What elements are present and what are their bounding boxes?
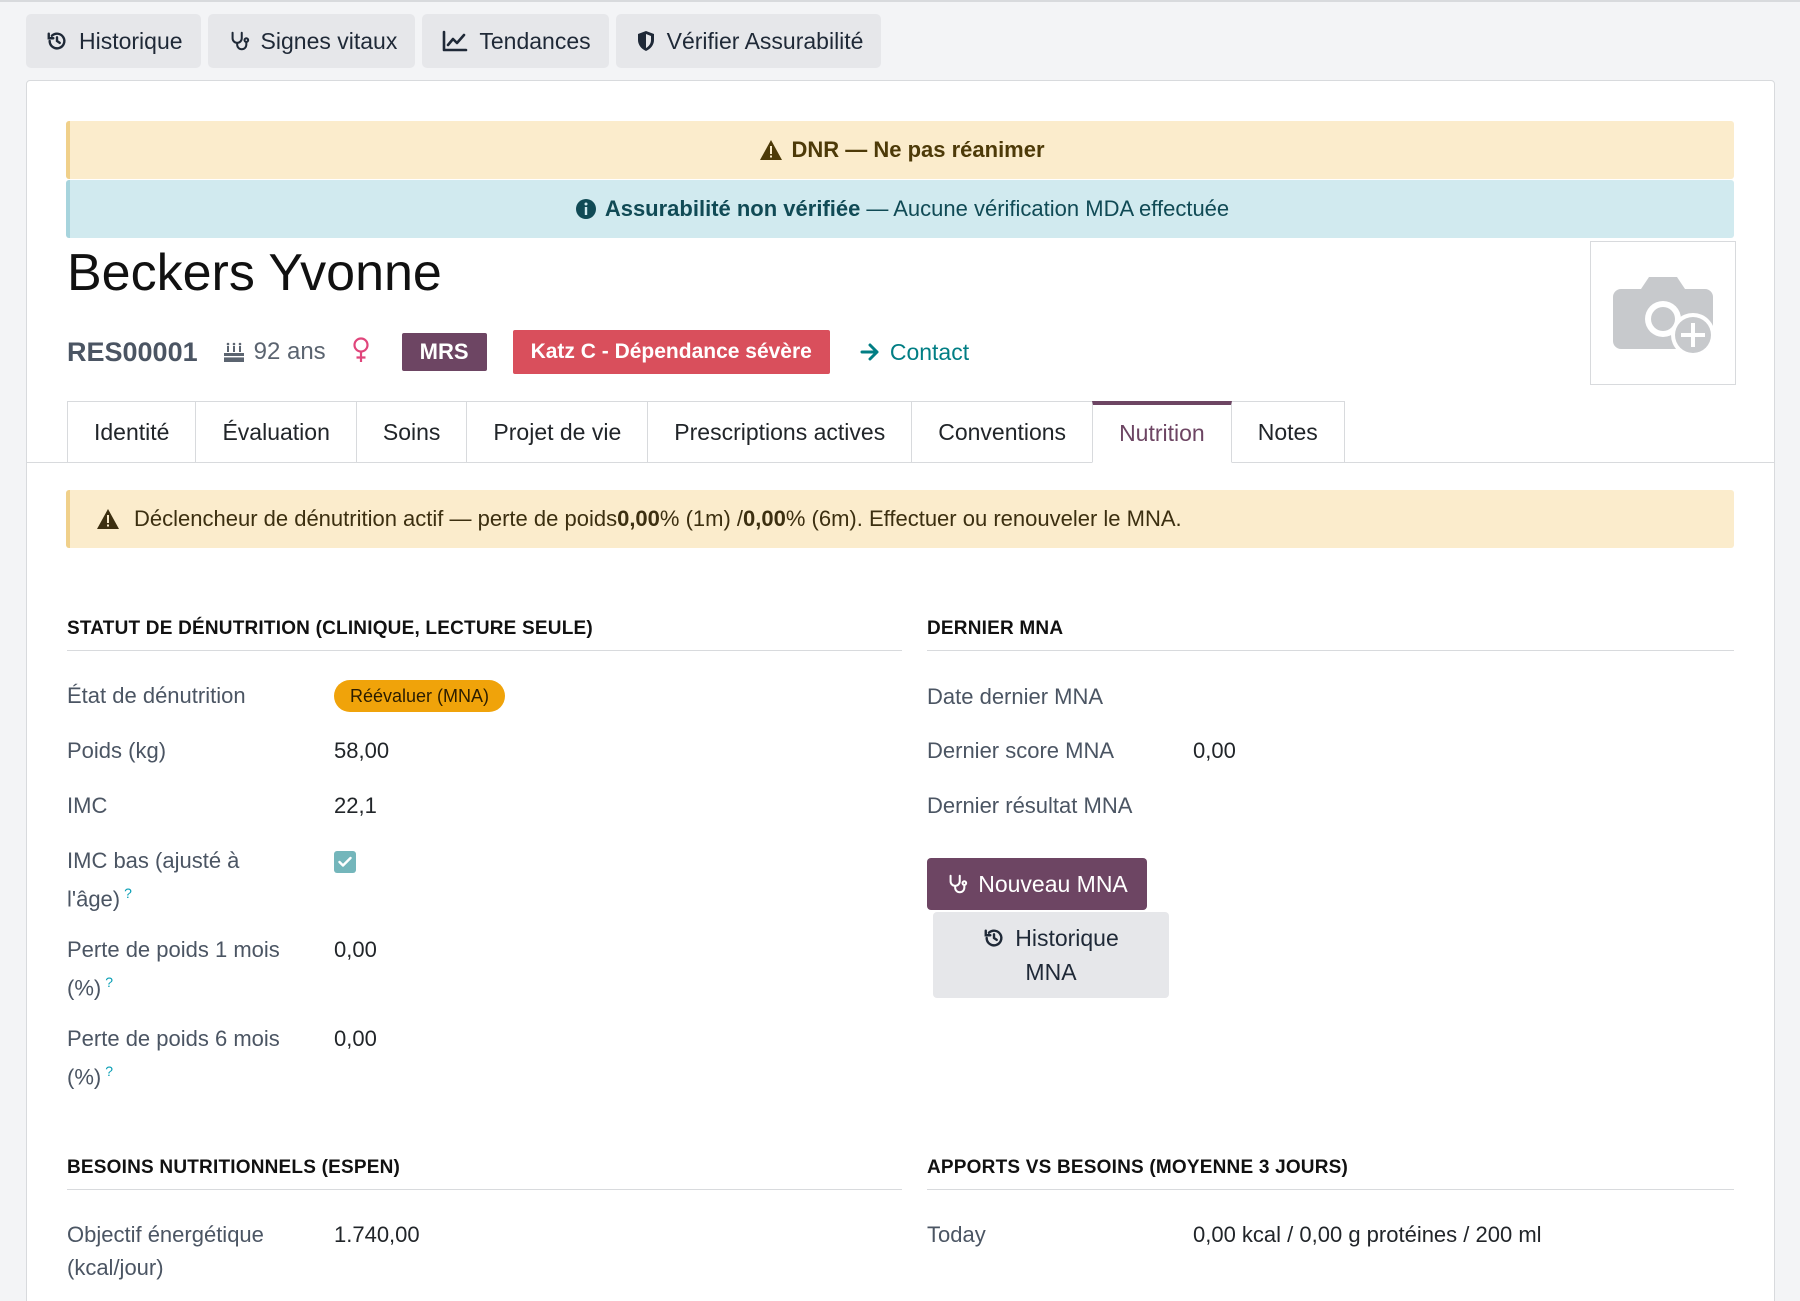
history-button-label: Historique [79, 27, 183, 54]
tab-nutrition[interactable]: Nutrition [1092, 401, 1232, 463]
value-perte-1-mois: 0,00 [334, 937, 377, 962]
patient-photo-upload[interactable] [1590, 241, 1736, 385]
label-etat-denutrition: État de dénutrition [67, 683, 246, 708]
patient-name: Beckers Yvonne [67, 244, 442, 302]
value-poids: 58,00 [334, 738, 390, 763]
label-imc-bas-line2: l'âge) [67, 886, 121, 912]
label-imc: IMC [67, 793, 108, 818]
female-icon [352, 336, 370, 368]
form-sheet: DNR — Ne pas réanimer Assurabilité non v… [26, 80, 1775, 1301]
help-icon[interactable]: ? [124, 885, 132, 901]
katz-tag: Katz C - Dépendance sévère [512, 330, 830, 374]
shield-icon [637, 31, 654, 51]
label-objectif-line1: Objectif énergétique [67, 1222, 264, 1247]
mrs-tag: MRS [401, 333, 487, 371]
label-imc-bas: IMC bas (ajusté à l'âge)? [67, 844, 239, 915]
warning-icon [760, 140, 783, 160]
trends-button-label: Tendances [479, 27, 591, 54]
tab-notes[interactable]: Notes [1230, 401, 1345, 463]
section-title-denutrition: STATUT DE DÉNUTRITION (CLINIQUE, LECTURE… [67, 618, 902, 651]
denutrition-trigger-alert: Déclencheur de dénutrition actif — perte… [66, 490, 1734, 548]
value-objectif-energetique: 1.740,00 [334, 1222, 420, 1247]
alert-text-2: % (1m) / [659, 506, 744, 531]
checkbox-imc-bas[interactable] [334, 851, 356, 873]
stethoscope-icon [949, 874, 968, 894]
smart-button-box: Historique Signes vitaux Tendances Vérif… [26, 14, 882, 68]
contact-label: Contact [889, 338, 970, 365]
insurability-detail: — Aucune vérification MDA effectuée [866, 196, 1230, 221]
label-date-mna: Date dernier MNA [927, 684, 1104, 709]
insurability-banner: Assurabilité non vérifiée — Aucune vérif… [66, 180, 1734, 238]
tab-evaluation[interactable]: Évaluation [195, 401, 357, 463]
history-button[interactable]: Historique [26, 14, 201, 68]
label-perte-1-mois-line1: Perte de poids 1 mois [67, 937, 280, 962]
label-perte-6-mois-line1: Perte de poids 6 mois [67, 1026, 280, 1051]
help-icon[interactable]: ? [105, 1063, 113, 1079]
label-imc-bas-line1: IMC bas (ajusté à [67, 848, 240, 873]
history-icon [984, 929, 1003, 947]
tab-identite[interactable]: Identité [67, 401, 197, 463]
notebook-tabs: Identité Évaluation Soins Projet de vie … [67, 401, 1345, 463]
arrow-right-icon [860, 343, 879, 361]
help-icon[interactable]: ? [105, 974, 113, 990]
mna-history-label-2: MNA [1025, 959, 1077, 985]
label-objectif-line2: (kcal/jour) [67, 1255, 164, 1280]
tab-conventions[interactable]: Conventions [911, 401, 1094, 463]
alert-text-1: Déclencheur de dénutrition actif — perte… [134, 506, 618, 531]
section-title-mna: DERNIER MNA [927, 618, 1734, 651]
value-today: 0,00 kcal / 0,00 g protéines / 200 ml [1193, 1222, 1542, 1247]
patient-id-row: RES00001 92 ans MRS Katz C - Dépendance … [67, 328, 969, 376]
label-score-mna: Dernier score MNA [927, 738, 1115, 763]
label-resultat-mna: Dernier résultat MNA [927, 793, 1133, 818]
new-mna-label: Nouveau MNA [978, 870, 1128, 897]
mna-history-label-1: Historique [1015, 925, 1119, 951]
tab-prescriptions-actives[interactable]: Prescriptions actives [647, 401, 913, 463]
vitals-button-label: Signes vitaux [260, 27, 398, 54]
alert-text-3: % (6m). Effectuer ou renouveler le MNA. [785, 506, 1182, 531]
patient-age-value: 92 ans [253, 338, 326, 365]
label-poids: Poids (kg) [67, 738, 167, 763]
label-perte-1-mois: Perte de poids 1 mois (%)? [67, 933, 280, 1004]
label-perte-6-mois-line2: (%) [67, 1064, 102, 1090]
label-objectif-energetique: Objectif énergétique (kcal/jour) [67, 1218, 264, 1284]
check-icon [338, 856, 352, 867]
line-chart-icon [443, 30, 468, 52]
alert-loss-6m: 0,00 [743, 506, 786, 531]
camera-plus-icon [1613, 277, 1715, 357]
mna-history-button[interactable]: Historique MNA [933, 912, 1169, 998]
insurability-status: Assurabilité non vérifiée [604, 196, 861, 221]
alert-loss-1m: 0,00 [617, 506, 660, 531]
status-badge: Réévaluer (MNA) [334, 680, 506, 712]
warning-icon [97, 509, 119, 529]
section-title-besoins: BESOINS NUTRITIONNELS (ESPEN) [67, 1157, 902, 1190]
value-score-mna: 0,00 [1193, 738, 1236, 763]
top-border [0, 0, 1800, 2]
section-title-apports: APPORTS VS BESOINS (MOYENNE 3 JOURS) [927, 1157, 1734, 1190]
dnr-banner: DNR — Ne pas réanimer [66, 121, 1734, 179]
contact-link[interactable]: Contact [860, 339, 969, 366]
verify-insurability-label: Vérifier Assurabilité [666, 27, 864, 54]
patient-age: 92 ans [222, 338, 326, 366]
value-perte-6-mois: 0,00 [334, 1026, 377, 1051]
label-perte-6-mois: Perte de poids 6 mois (%)? [67, 1022, 280, 1093]
vitals-button[interactable]: Signes vitaux [207, 14, 416, 68]
label-perte-1-mois-line2: (%) [67, 975, 102, 1001]
patient-reference: RES00001 [67, 336, 198, 367]
verify-insurability-button[interactable]: Vérifier Assurabilité [615, 14, 882, 68]
info-icon [575, 199, 596, 219]
trends-button[interactable]: Tendances [422, 14, 609, 68]
tab-soins[interactable]: Soins [355, 401, 468, 463]
value-imc: 22,1 [334, 793, 377, 818]
birthday-cake-icon [223, 342, 244, 362]
history-icon [47, 32, 66, 50]
tab-projet-de-vie[interactable]: Projet de vie [466, 401, 649, 463]
label-today: Today [927, 1222, 986, 1247]
new-mna-button[interactable]: Nouveau MNA [927, 858, 1147, 910]
dnr-text: DNR — Ne pas réanimer [791, 137, 1045, 162]
stethoscope-icon [231, 31, 249, 51]
